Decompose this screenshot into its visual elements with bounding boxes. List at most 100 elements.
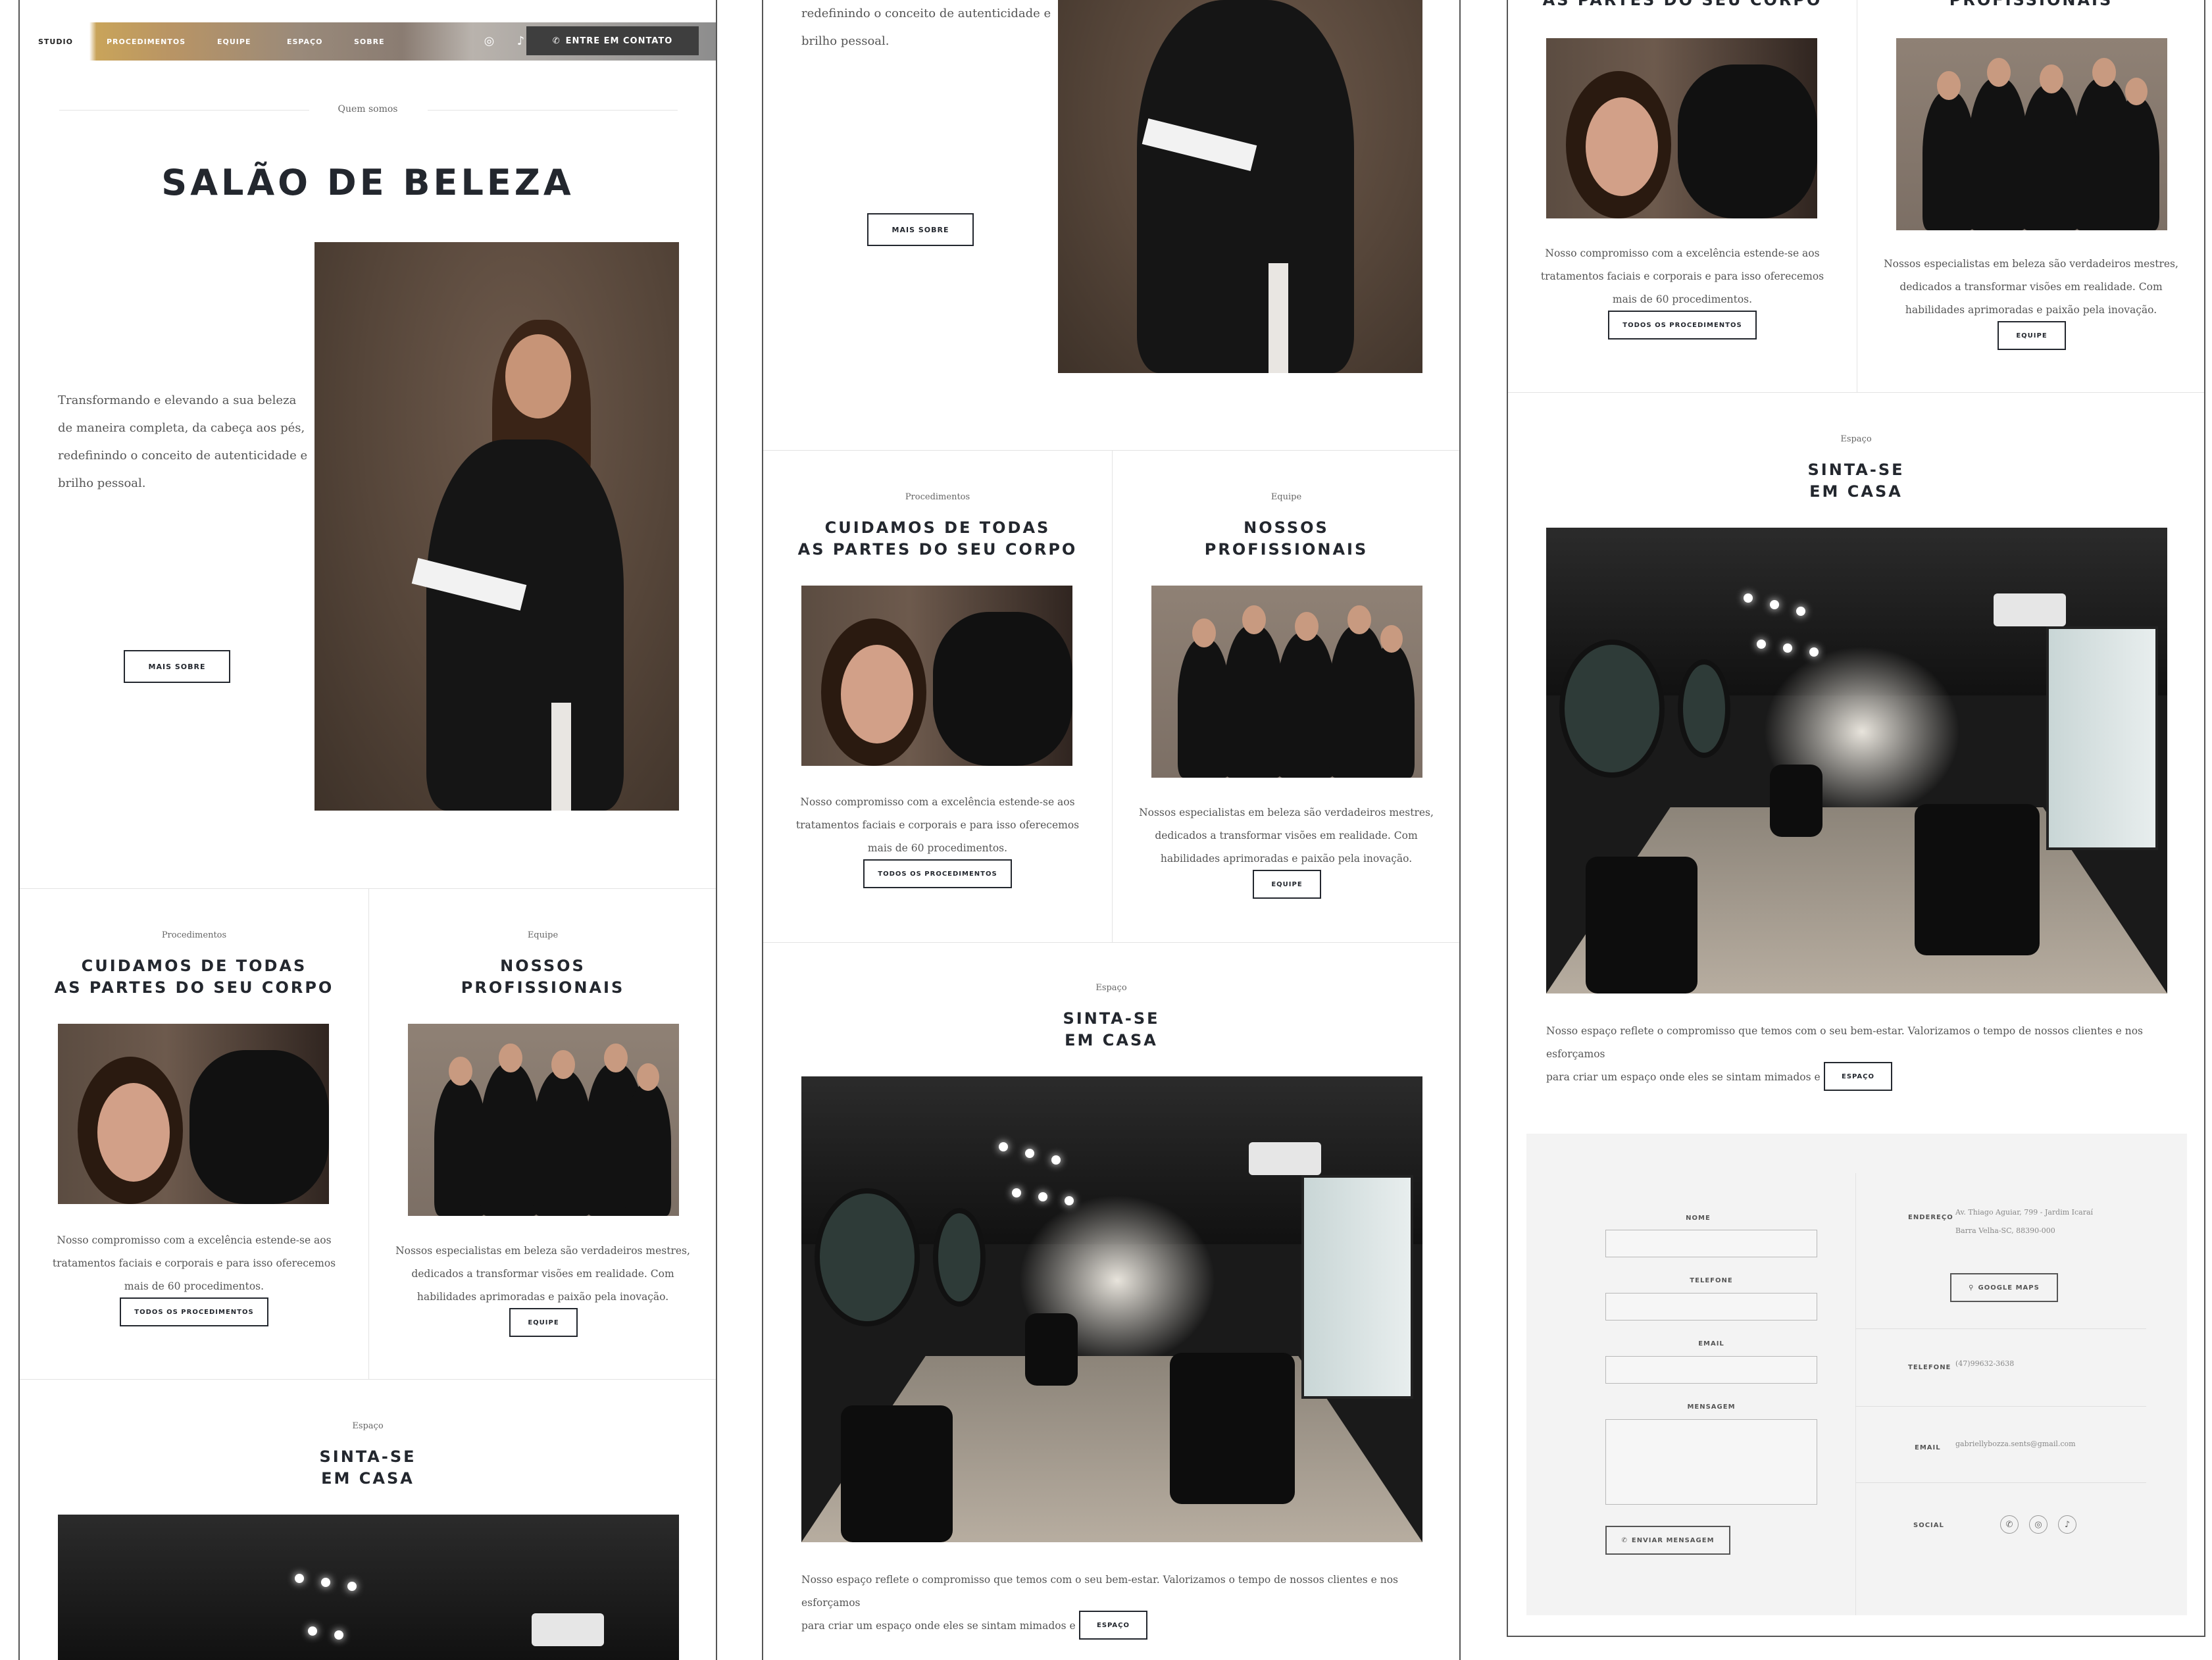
procedures-text-line: mais de 60 procedimentos.: [124, 1280, 264, 1292]
instagram-icon[interactable]: ◎: [483, 35, 496, 48]
tiktok-icon[interactable]: ♪: [2058, 1515, 2076, 1534]
team-title-line: NOSSOS: [1244, 518, 1329, 537]
procedures-title: AS PARTES DO SEU CORPO: [1542, 0, 1822, 9]
whatsapp-icon: ✆: [1621, 1536, 1628, 1544]
space-title-line: EM CASA: [1809, 482, 1903, 501]
space-button[interactable]: ESPAÇO: [1079, 1611, 1147, 1640]
whatsapp-icon: ✆: [552, 36, 561, 46]
team-title-line: PROFISSIONAIS: [461, 978, 625, 997]
email-label: EMAIL: [1698, 1340, 1724, 1347]
space-title-line: SINTA-SE: [1063, 1009, 1160, 1028]
about-text-line: Transformando e elevando a sua beleza: [58, 393, 297, 407]
procedures-kicker: Procedimentos: [161, 930, 227, 940]
team-button[interactable]: EQUIPE: [509, 1308, 578, 1337]
procedures-text-line: Nosso compromisso com a excelência esten…: [1545, 247, 1820, 259]
space-title: SINTA-SE EM CASA: [763, 1008, 1459, 1051]
nav-item-sobre[interactable]: SOBRE: [354, 38, 385, 46]
section-divider: [1508, 392, 2204, 393]
space-title: SINTA-SE EM CASA: [20, 1446, 716, 1490]
nav-item-procedimentos[interactable]: PROCEDIMENTOS: [107, 38, 186, 46]
nav-item-espaco[interactable]: ESPAÇO: [287, 38, 322, 46]
team-title: PROFISSIONAIS: [1949, 0, 2113, 9]
facial-treatment-image: [801, 586, 1072, 766]
page-panel-bottom: AS PARTES DO SEU CORPO PROFISSIONAIS Nos…: [1507, 0, 2205, 1637]
team-text-line: Nossos especialistas em beleza são verda…: [1139, 807, 1434, 818]
brand-logo[interactable]: STUDIO: [38, 38, 73, 46]
divider: [1855, 1406, 2146, 1407]
team-button[interactable]: EQUIPE: [1998, 321, 2066, 350]
send-message-label: ENVIAR MENSAGEM: [1631, 1536, 1715, 1544]
salon-interior-image: [801, 1076, 1422, 1542]
team-text: Nossos especialistas em beleza são verda…: [1857, 253, 2204, 322]
procedures-title-line: AS PARTES DO SEU CORPO: [797, 540, 1078, 559]
procedures-text: Nosso compromisso com a excelência esten…: [1508, 242, 1857, 311]
phone-field[interactable]: [1605, 1293, 1817, 1320]
all-procedures-button[interactable]: TODOS OS PROCEDIMENTOS: [120, 1297, 268, 1326]
procedures-title-line: AS PARTES DO SEU CORPO: [54, 978, 334, 997]
procedures-text: Nosso compromisso com a excelência esten…: [763, 791, 1112, 860]
team-kicker: Equipe: [1270, 492, 1302, 502]
message-textarea[interactable]: [1605, 1419, 1817, 1505]
team-text-line: habilidades aprimoradas e paixão pela in…: [416, 1291, 669, 1303]
send-message-button[interactable]: ✆ ENVIAR MENSAGEM: [1605, 1526, 1730, 1555]
space-kicker: Espaço: [352, 1421, 384, 1431]
about-text-line: redefinindo o conceito de autenticidade …: [58, 449, 308, 463]
procedures-title-line: CUIDAMOS DE TODAS: [81, 957, 307, 975]
space-kicker: Espaço: [1095, 983, 1127, 993]
message-label: MENSAGEM: [1687, 1403, 1736, 1411]
map-pin-icon: ⚲: [1969, 1284, 1974, 1292]
procedures-text-line: tratamentos faciais e corporais e para i…: [1540, 270, 1824, 282]
procedures-title-line: CUIDAMOS DE TODAS: [824, 518, 1051, 537]
space-title-line: EM CASA: [1065, 1031, 1158, 1049]
space-text-line: Nosso espaço reflete o compromisso que t…: [801, 1574, 1398, 1609]
procedures-text-line: mais de 60 procedimentos.: [867, 842, 1008, 854]
team-group-image: [1151, 586, 1422, 778]
procedures-title: CUIDAMOS DE TODAS AS PARTES DO SEU CORPO: [763, 517, 1112, 561]
space-title-line: EM CASA: [321, 1469, 415, 1488]
address-label: ENDEREÇO: [1908, 1214, 1953, 1221]
all-procedures-button[interactable]: TODOS OS PROCEDIMENTOS: [1608, 311, 1757, 340]
team-text-line: habilidades aprimoradas e paixão pela in…: [1905, 304, 2157, 316]
salon-interior-image: [1546, 528, 2167, 993]
cta-label: ENTRE EM CONTATO: [565, 36, 673, 46]
nav-item-equipe[interactable]: EQUIPE: [217, 38, 251, 46]
procedures-text-line: mais de 60 procedimentos.: [1612, 293, 1753, 305]
phone-info-label: TELEFONE: [1908, 1364, 1951, 1371]
section-divider: [763, 450, 1459, 451]
space-button[interactable]: ESPAÇO: [1824, 1062, 1892, 1091]
procedures-text: Nosso compromisso com a excelência esten…: [20, 1229, 368, 1298]
page-panel-top: STUDIO PROCEDIMENTOS EQUIPE ESPAÇO SOBRE…: [18, 0, 717, 1660]
team-text: Nossos especialistas em beleza são verda…: [1112, 801, 1459, 870]
facial-treatment-image: [58, 1024, 329, 1204]
team-group-image: [1896, 38, 2167, 230]
address-line: Barra Velha-SC, 88390-000: [1955, 1226, 2055, 1235]
social-label: SOCIAL: [1913, 1522, 1944, 1529]
phone-value[interactable]: (47)99632-3638: [1955, 1355, 2014, 1373]
space-kicker: Espaço: [1840, 434, 1872, 444]
section-divider: [20, 1379, 716, 1380]
team-text-line: dedicados a transformar visões em realid…: [1899, 281, 2163, 293]
column-divider: [1855, 1173, 1856, 1615]
team-group-image: [408, 1024, 679, 1216]
whatsapp-icon[interactable]: ✆: [2000, 1515, 2019, 1534]
google-maps-button[interactable]: ⚲ GOOGLE MAPS: [1950, 1273, 2058, 1302]
team-text-line: dedicados a transformar visões em realid…: [1155, 830, 1418, 842]
about-title: SALÃO DE BELEZA: [161, 162, 574, 203]
email-value[interactable]: gabriellybozza.sents@gmail.com: [1955, 1435, 2076, 1453]
about-more-button[interactable]: MAIS SOBRE: [124, 650, 230, 683]
team-button[interactable]: EQUIPE: [1253, 870, 1321, 899]
space-title-line: SINTA-SE: [1807, 461, 1905, 479]
contact-cta-button[interactable]: ✆ ENTRE EM CONTATO: [526, 26, 699, 55]
founder-portrait-image: [314, 242, 679, 811]
email-field[interactable]: [1605, 1356, 1817, 1384]
facial-treatment-image: [1546, 38, 1817, 218]
team-kicker: Equipe: [527, 930, 559, 940]
address-line: Av. Thiago Aguiar, 799 - Jardim Icaraí: [1955, 1208, 2094, 1217]
instagram-icon[interactable]: ◎: [2029, 1515, 2048, 1534]
space-title-line: SINTA-SE: [319, 1447, 416, 1466]
all-procedures-button[interactable]: TODOS OS PROCEDIMENTOS: [863, 859, 1012, 888]
divider: [1855, 1482, 2146, 1483]
about-more-button[interactable]: MAIS SOBRE: [867, 213, 974, 246]
name-field[interactable]: [1605, 1230, 1817, 1257]
tiktok-icon[interactable]: ♪: [515, 35, 528, 48]
